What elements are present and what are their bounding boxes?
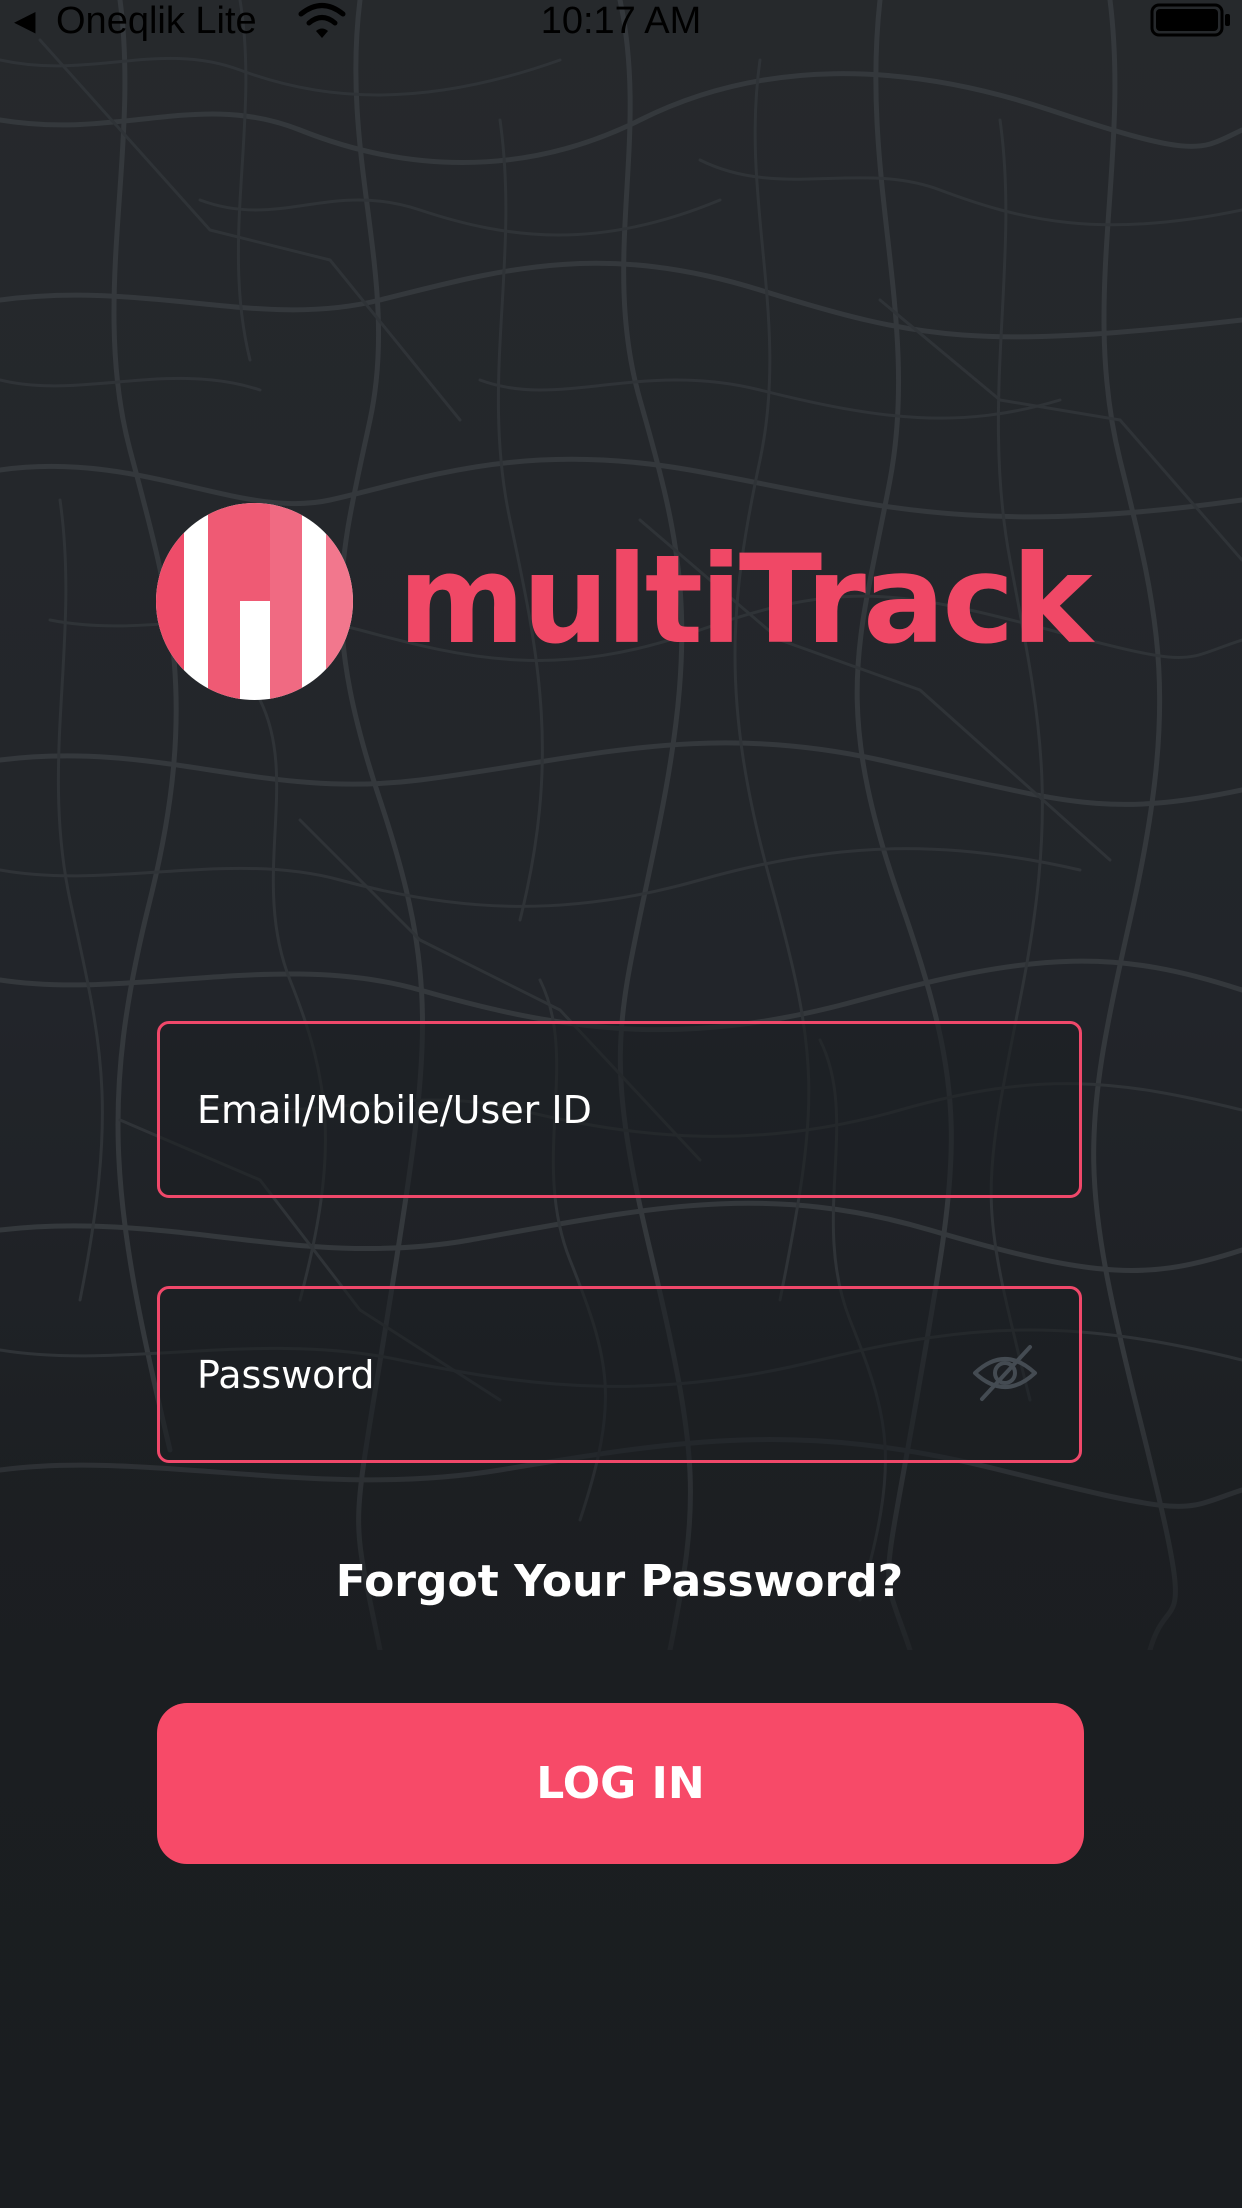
email-field — [157, 1021, 1082, 1198]
brand-name: multiTrack — [398, 529, 1093, 671]
login-button[interactable]: LOG IN — [157, 1703, 1084, 1864]
status-time: 10:17 AM — [540, 0, 702, 42]
multitrack-logo-icon — [156, 503, 353, 700]
email-input[interactable] — [197, 1024, 977, 1195]
login-screen: ◀ Oneqlik Lite 10:17 AM multiTrack Email… — [0, 0, 1242, 2208]
status-bar: ◀ Oneqlik Lite 10:17 AM — [0, 0, 1242, 42]
eye-slash-icon[interactable] — [970, 1341, 1040, 1405]
forgot-password-link[interactable]: Forgot Your Password? — [157, 1552, 1082, 1612]
password-field — [157, 1286, 1082, 1463]
battery-icon — [1150, 3, 1230, 37]
password-input[interactable] — [197, 1289, 977, 1460]
